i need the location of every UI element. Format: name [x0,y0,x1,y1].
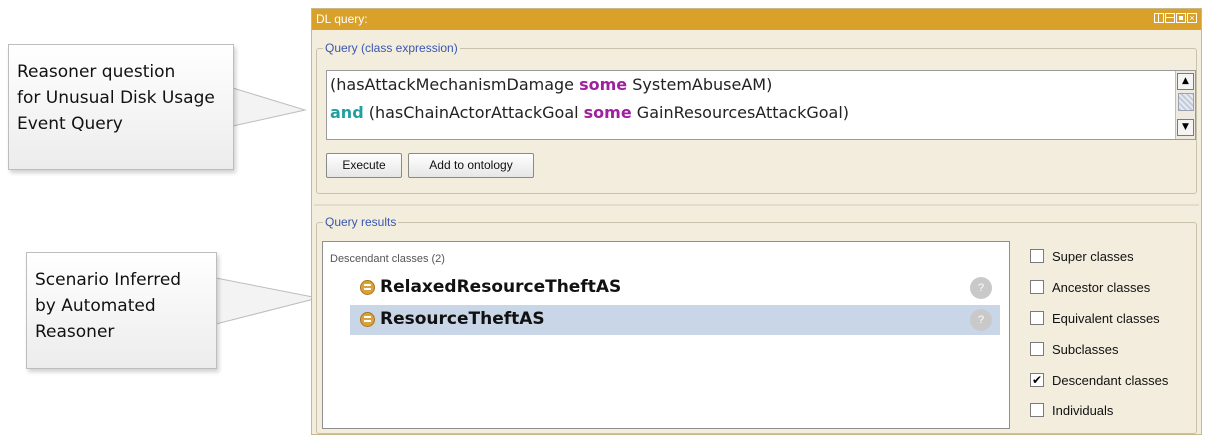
option-label: Ancestor classes [1052,280,1151,295]
horizontal-split-icon[interactable] [1165,13,1175,23]
expression-text: GainResourcesAttackGoal) [631,103,850,122]
bottom-callout-line-1: Scenario Inferred [35,270,182,290]
split-view-icon[interactable] [1154,13,1164,23]
option-label: Descendant classes [1052,373,1169,388]
class-icon [360,280,375,295]
option-label: Equivalent classes [1052,311,1160,326]
editor-scrollbar[interactable]: ▲ ▼ [1175,71,1195,139]
expression-line-1: (hasAttackMechanismDamage some SystemAbu… [330,75,772,94]
results-list[interactable]: Descendant classes (2) RelaxedResourceTh… [322,241,1010,429]
top-callout-line-3: Event Query [17,114,123,134]
window-titlebar[interactable]: DL query: × [312,9,1201,30]
equivalent-classes-checkbox[interactable] [1030,311,1044,325]
execute-button[interactable]: Execute [326,153,402,178]
result-label: RelaxedResourceTheftAS [380,277,622,297]
expression-text: (hasChainActorAttackGoal [363,103,584,122]
scroll-up-icon[interactable]: ▲ [1177,73,1194,90]
query-legend: Query (class expression) [323,41,460,55]
result-label: ResourceTheftAS [380,309,545,329]
class-icon [360,312,375,327]
individuals-checkbox[interactable] [1030,403,1044,417]
results-header: Descendant classes (2) [330,253,445,265]
keyword-some: some [583,103,632,122]
result-item-resource-theft[interactable]: ResourceTheftAS ? [350,305,1000,335]
keyword-and: and [330,103,364,122]
subclasses-checkbox[interactable] [1030,342,1044,356]
scroll-thumb[interactable] [1178,93,1194,111]
help-icon[interactable]: ? [970,309,992,331]
dl-query-window: DL query: × Query (class expression) (ha… [311,8,1202,435]
super-classes-checkbox[interactable] [1030,249,1044,263]
result-item-relaxed-resource-theft[interactable]: RelaxedResourceTheftAS ? [350,273,1000,303]
top-callout-line-2: for Unusual Disk Usage [17,88,215,108]
top-callout-pointer [232,87,307,127]
panel-divider[interactable] [314,204,1199,206]
close-icon[interactable]: × [1187,13,1197,23]
bottom-callout: Scenario Inferred by Automated Reasoner [26,252,217,369]
top-callout-line-1: Reasoner question [17,62,176,82]
expression-line-2: and (hasChainActorAttackGoal some GainRe… [330,103,849,122]
keyword-some: some [579,75,628,94]
option-label: Super classes [1052,249,1134,264]
bottom-callout-line-2: by Automated [35,296,156,316]
option-label: Individuals [1052,403,1114,418]
ancestor-classes-checkbox[interactable] [1030,280,1044,294]
window-controls: × [1154,13,1197,23]
maximize-icon[interactable] [1176,13,1186,23]
expression-text: (hasAttackMechanismDamage [330,75,580,94]
top-callout: Reasoner question for Unusual Disk Usage… [8,44,234,170]
add-to-ontology-button[interactable]: Add to ontology [408,153,534,178]
option-label: Subclasses [1052,342,1119,357]
bottom-callout-pointer [215,277,319,325]
scroll-down-icon[interactable]: ▼ [1177,119,1194,136]
bottom-callout-line-3: Reasoner [35,322,115,342]
help-icon[interactable]: ? [970,277,992,299]
results-legend: Query results [323,215,399,229]
window-title: DL query: [316,12,368,26]
descendant-classes-checkbox[interactable]: ✔ [1030,373,1044,387]
expression-text: SystemAbuseAM) [627,75,773,94]
class-expression-editor[interactable]: (hasAttackMechanismDamage some SystemAbu… [326,70,1196,140]
